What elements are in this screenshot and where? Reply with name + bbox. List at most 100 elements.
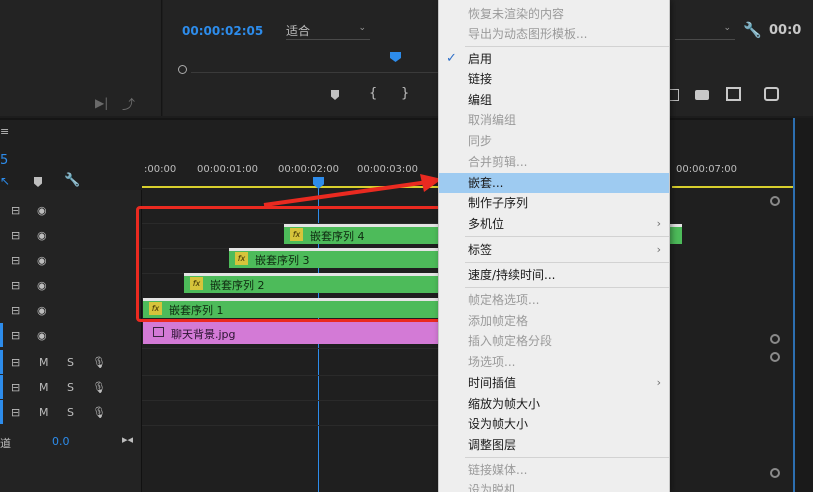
sync-lock-icon[interactable]: ⊟ xyxy=(11,229,20,242)
chevron-down-icon: ⌄ xyxy=(723,23,731,33)
timeline-vertical-scrollbar[interactable] xyxy=(770,194,782,344)
mute-button[interactable]: M xyxy=(39,356,49,369)
sync-lock-icon[interactable]: ⊟ xyxy=(11,329,20,342)
menu-item-adjustment-layer[interactable]: 调整图层 xyxy=(439,435,669,455)
mute-button[interactable]: M xyxy=(39,381,49,394)
menu-item-label: 制作子序列 xyxy=(468,196,529,210)
menu-item-add-frame-hold[interactable]: 添加帧定格 xyxy=(439,311,669,331)
video-track-header: ⊟ ◉ xyxy=(0,298,142,322)
solo-button[interactable]: S xyxy=(67,356,74,369)
work-area-bar[interactable] xyxy=(672,186,800,188)
track-target-indicator[interactable] xyxy=(0,350,3,374)
menu-item-restore-unrendered[interactable]: 恢复未渲染的内容 xyxy=(439,4,669,24)
menu-item-make-offline[interactable]: 设为脱机... xyxy=(439,480,669,492)
menu-item-label: 启用 xyxy=(468,52,493,66)
sequence-timecode[interactable]: 5 xyxy=(0,153,8,168)
sync-lock-icon[interactable]: ⊟ xyxy=(11,204,20,217)
menu-item-merge-clips[interactable]: 合并剪辑... xyxy=(439,152,669,172)
menu-item-set-to-frame-size[interactable]: 设为帧大小 xyxy=(439,414,669,434)
menu-item-speed-duration[interactable]: 速度/持续时间... xyxy=(439,265,669,285)
monitor-scrubber-track[interactable] xyxy=(178,64,441,74)
menu-item-enable[interactable]: ✓ 启用 xyxy=(439,49,669,69)
menu-item-link-media[interactable]: 链接媒体... xyxy=(439,460,669,480)
export-frame-icon[interactable]: ⤴ xyxy=(122,94,135,113)
eye-icon[interactable]: ◉ xyxy=(37,254,47,267)
scroll-handle[interactable] xyxy=(770,334,780,344)
wrench-icon[interactable]: 🔧 xyxy=(743,21,762,39)
track-headers: ⊟ ◉ ⊟ ◉ ⊟ ◉ ⊟ ◉ ⊟ ◉ ⊟ ◉ ⊟ M S 🎙 ⊟ M S 🎙 … xyxy=(0,190,142,492)
panel-menu-icon[interactable]: ≡ xyxy=(0,125,9,138)
eye-icon[interactable]: ◉ xyxy=(37,279,47,292)
compare-view-icon[interactable] xyxy=(764,87,779,101)
menu-item-export-mogrt[interactable]: 导出为动态图形模板... xyxy=(439,24,669,44)
fit-dropdown[interactable]: 适合 ⌄ xyxy=(286,22,370,40)
menu-item-label-submenu[interactable]: 标签 › xyxy=(439,240,669,260)
menu-item-synchronize[interactable]: 同步 xyxy=(439,131,669,151)
menu-item-label: 调整图层 xyxy=(468,438,517,452)
menu-item-nest[interactable]: 嵌套... xyxy=(439,173,669,193)
sync-lock-icon[interactable]: ⊟ xyxy=(11,381,20,394)
microphone-icon[interactable]: 🎙 xyxy=(92,356,106,369)
microphone-icon[interactable]: 🎙 xyxy=(92,406,106,419)
solo-button[interactable]: S xyxy=(67,406,74,419)
menu-item-label: 取消编组 xyxy=(468,113,517,127)
menu-item-frame-hold-options[interactable]: 帧定格选项... xyxy=(439,290,669,310)
video-track-header: ⊟ ◉ xyxy=(0,223,142,247)
sync-lock-icon[interactable]: ⊟ xyxy=(11,406,20,419)
wrench-icon[interactable]: 🔧 xyxy=(64,173,80,188)
menu-item-label: 编组 xyxy=(468,93,493,107)
nested-sequence-clip-tail[interactable] xyxy=(670,224,682,244)
menu-item-ungroup[interactable]: 取消编组 xyxy=(439,110,669,130)
eye-icon[interactable]: ◉ xyxy=(37,229,47,242)
sync-lock-icon[interactable]: ⊟ xyxy=(11,356,20,369)
mute-button[interactable]: M xyxy=(39,406,49,419)
menu-item-link[interactable]: 链接 xyxy=(439,69,669,89)
mark-in-icon[interactable]: { xyxy=(369,86,377,101)
track-target-indicator[interactable] xyxy=(0,375,3,399)
menu-item-make-subsequence[interactable]: 制作子序列 xyxy=(439,193,669,213)
button-editor-icon[interactable] xyxy=(726,87,741,101)
microphone-icon[interactable]: 🎙 xyxy=(92,381,106,394)
video-track-header: ⊟ ◉ xyxy=(0,323,142,347)
scroll-handle[interactable] xyxy=(770,352,780,362)
menu-item-group[interactable]: 编组 xyxy=(439,90,669,110)
eye-icon[interactable]: ◉ xyxy=(37,329,47,342)
menu-item-multi-camera[interactable]: 多机位 › xyxy=(439,214,669,234)
audio-track-header: ⊟ M S 🎙 xyxy=(0,350,142,374)
sync-lock-icon[interactable]: ⊟ xyxy=(11,304,20,317)
menu-item-insert-frame-hold-segment[interactable]: 插入帧定格分段 xyxy=(439,331,669,351)
track-target-indicator[interactable] xyxy=(0,323,3,347)
camera-icon[interactable] xyxy=(695,90,709,100)
audio-vertical-scrollbar[interactable] xyxy=(770,350,782,480)
menu-item-label: 恢复未渲染的内容 xyxy=(468,7,565,21)
quality-dropdown[interactable]: ⌄ xyxy=(675,22,735,40)
audio-track-header: ⊟ M S 🎙 xyxy=(0,400,142,424)
menu-item-label: 场选项... xyxy=(468,355,516,369)
master-volume-value[interactable]: 0.0 xyxy=(52,435,70,448)
fit-dropdown-value: 适合 xyxy=(286,24,311,38)
scroll-handle[interactable] xyxy=(770,468,780,478)
eye-icon[interactable]: ◉ xyxy=(37,304,47,317)
snap-icon[interactable]: ↖ xyxy=(0,174,10,188)
image-clip[interactable]: 聊天背景.jpg xyxy=(143,322,440,344)
sync-lock-icon[interactable]: ⊟ xyxy=(11,279,20,292)
scrubber-start-handle[interactable] xyxy=(178,65,187,74)
add-marker-icon[interactable] xyxy=(331,90,339,100)
menu-item-field-options[interactable]: 场选项... xyxy=(439,352,669,372)
solo-button[interactable]: S xyxy=(67,381,74,394)
mark-out-icon[interactable]: } xyxy=(401,86,409,101)
track-divider xyxy=(142,400,440,401)
eye-icon[interactable]: ◉ xyxy=(37,204,47,217)
menu-item-label: 标签 xyxy=(468,243,493,257)
menu-item-scale-to-frame[interactable]: 缩放为帧大小 xyxy=(439,394,669,414)
scroll-handle[interactable] xyxy=(770,196,780,206)
go-to-out-icon[interactable]: ▸◂ xyxy=(122,433,133,446)
insert-icon[interactable]: ▶| xyxy=(95,96,108,110)
ruler-tick: :00:00 xyxy=(144,164,177,175)
menu-item-time-interpolation[interactable]: 时间插值 › xyxy=(439,373,669,393)
program-timecode[interactable]: 00:00:02:05 xyxy=(182,24,263,38)
playhead-marker-icon[interactable] xyxy=(390,52,401,62)
track-target-indicator[interactable] xyxy=(0,400,3,424)
menu-item-label: 缩放为帧大小 xyxy=(468,397,541,411)
sync-lock-icon[interactable]: ⊟ xyxy=(11,254,20,267)
